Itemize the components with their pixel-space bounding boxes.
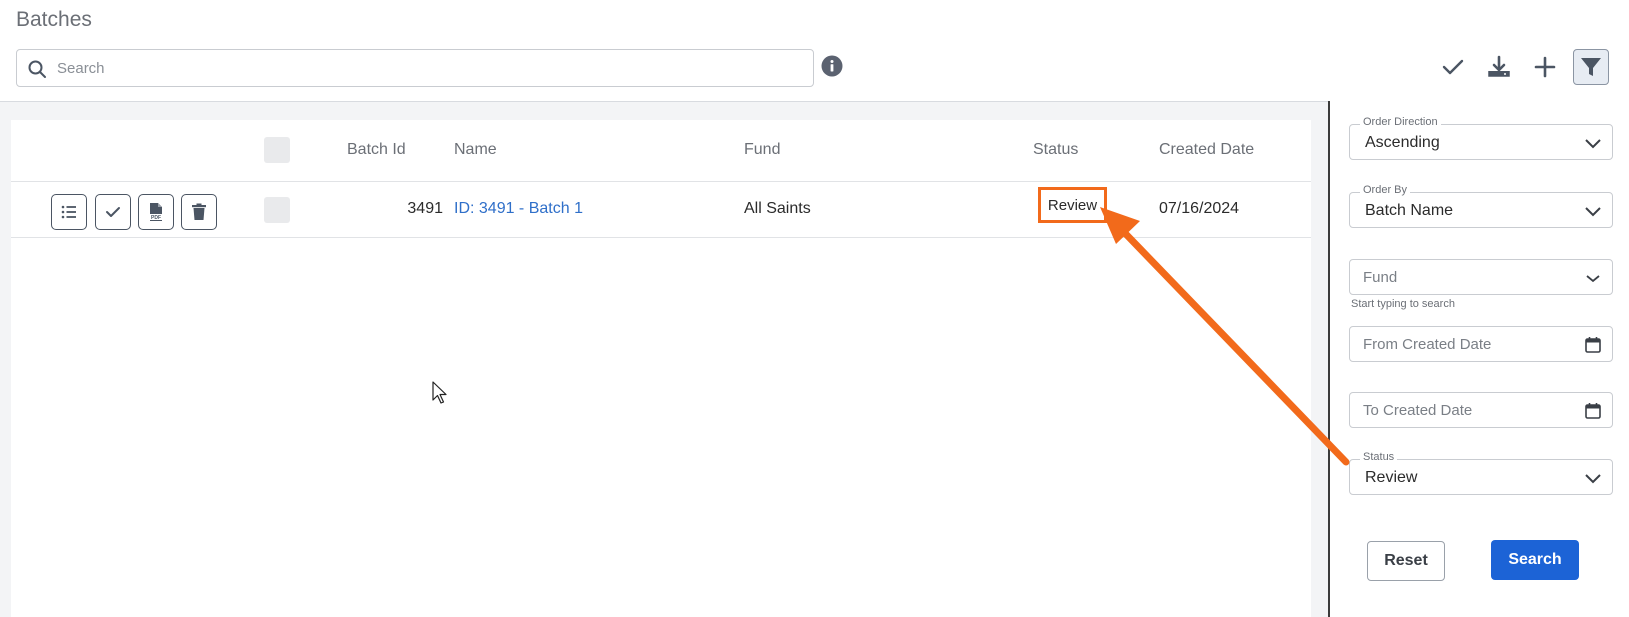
fund-hint: Start typing to search xyxy=(1351,298,1455,310)
export-pdf-button[interactable]: PDF xyxy=(138,194,174,230)
pdf-icon: PDF xyxy=(149,203,163,221)
column-header-fund[interactable]: Fund xyxy=(744,141,780,159)
order-by-value: Batch Name xyxy=(1365,202,1454,219)
plus-icon xyxy=(1534,56,1556,78)
status-label: Status xyxy=(1360,451,1398,463)
select-all-checkbox[interactable] xyxy=(264,137,290,163)
reset-button[interactable]: Reset xyxy=(1367,541,1445,581)
status-cell: Review xyxy=(1038,187,1107,223)
chevron-down-icon xyxy=(1585,207,1601,217)
approve-button[interactable] xyxy=(1435,49,1471,85)
panel-divider xyxy=(1328,101,1330,617)
table-row: PDF 3491 ID: 3491 - Batch 1 All Saints R… xyxy=(11,182,1311,238)
batch-name-link[interactable]: ID: 3491 - Batch 1 xyxy=(454,200,583,218)
order-by-label: Order By xyxy=(1360,184,1411,196)
order-direction-label: Order Direction xyxy=(1360,116,1441,128)
search-button[interactable]: Search xyxy=(1491,540,1579,580)
fund-autocomplete[interactable]: Fund xyxy=(1349,259,1613,295)
download-icon xyxy=(1488,55,1510,77)
checkmark-icon xyxy=(106,207,120,217)
status-value: Review xyxy=(1365,469,1418,486)
fund-placeholder: Fund xyxy=(1363,269,1398,286)
approve-row-button[interactable] xyxy=(95,194,131,230)
batch-id-cell: 3491 xyxy=(407,200,443,217)
download-button[interactable] xyxy=(1481,49,1517,85)
calendar-icon[interactable] xyxy=(1584,402,1602,420)
info-icon[interactable] xyxy=(821,55,843,77)
search-icon xyxy=(28,60,46,78)
chevron-down-icon xyxy=(1586,275,1600,283)
order-by-select[interactable]: Order By Batch Name xyxy=(1349,184,1613,228)
filter-icon xyxy=(1581,58,1601,76)
page-title: Batches xyxy=(16,8,92,31)
list-icon xyxy=(61,205,76,219)
add-button[interactable] xyxy=(1527,49,1563,85)
search-input[interactable] xyxy=(57,56,797,80)
to-created-date-placeholder: To Created Date xyxy=(1363,402,1473,419)
column-header-batch-id[interactable]: Batch Id xyxy=(347,141,406,159)
filter-button[interactable] xyxy=(1573,49,1609,85)
delete-button[interactable] xyxy=(181,194,217,230)
to-created-date-field[interactable]: To Created Date xyxy=(1349,392,1613,428)
fund-cell: All Saints xyxy=(744,200,811,217)
row-checkbox[interactable] xyxy=(264,197,290,223)
view-details-button[interactable] xyxy=(51,194,87,230)
batches-page: Batches Search Batch Id Name Fund Status… xyxy=(0,0,1629,617)
column-header-status[interactable]: Status xyxy=(1033,141,1078,159)
from-created-date-placeholder: From Created Date xyxy=(1363,336,1492,353)
checkmark-icon xyxy=(1442,59,1464,75)
order-direction-value: Ascending xyxy=(1365,134,1440,151)
column-header-name[interactable]: Name xyxy=(454,141,497,159)
calendar-icon[interactable] xyxy=(1584,336,1602,354)
from-created-date-field[interactable]: From Created Date xyxy=(1349,326,1613,362)
batches-table: Batch Id Name Fund Status Created Date P… xyxy=(11,120,1311,617)
search-box[interactable] xyxy=(16,49,814,87)
chevron-down-icon xyxy=(1585,139,1601,149)
toolbar xyxy=(1435,49,1609,85)
table-header: Batch Id Name Fund Status Created Date xyxy=(11,120,1311,182)
status-select[interactable]: Status Review xyxy=(1349,451,1613,495)
column-header-created-date[interactable]: Created Date xyxy=(1159,141,1254,159)
trash-icon xyxy=(192,203,206,220)
svg-text:PDF: PDF xyxy=(151,215,161,221)
order-direction-select[interactable]: Order Direction Ascending xyxy=(1349,116,1613,160)
created-date-cell: 07/16/2024 xyxy=(1159,200,1240,217)
chevron-down-icon xyxy=(1585,474,1601,484)
